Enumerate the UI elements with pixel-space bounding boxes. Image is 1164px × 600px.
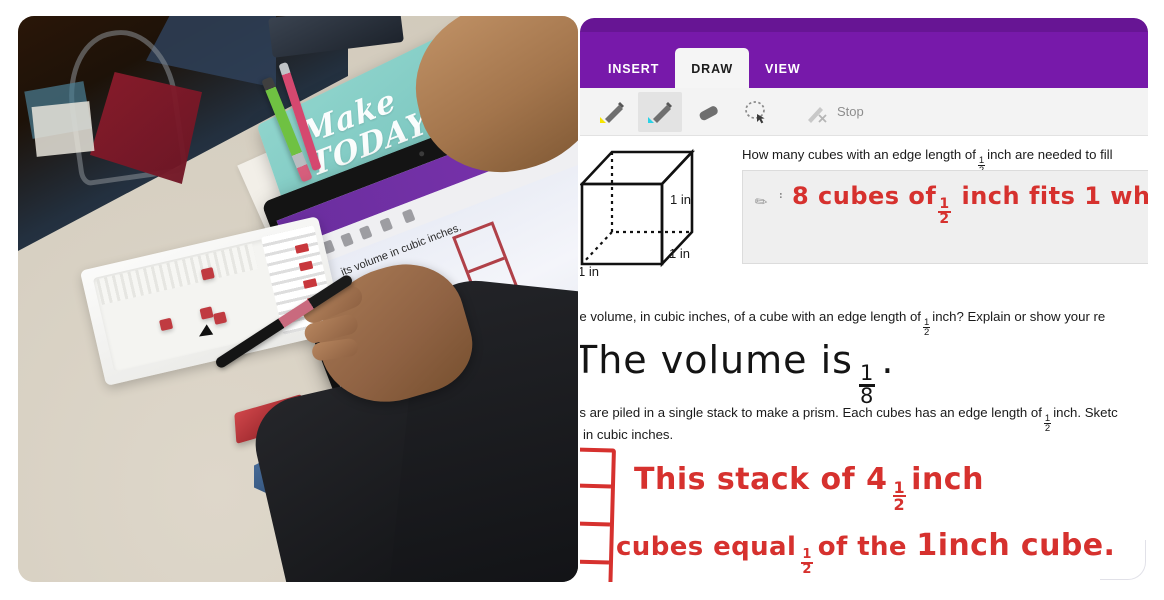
fraction-one-half: 12 (892, 478, 907, 515)
answer-2-ink: The volume is 1 8. (580, 338, 894, 407)
pen-yellow-icon (600, 101, 624, 123)
paper-stack (31, 101, 95, 157)
stop-inking-label: Stop (837, 104, 864, 119)
onenote-window: INSERT DRAW VIEW Stop 1 in 1 in 1 in How… (580, 18, 1148, 582)
answer-3-line2-lead: cubes equal (616, 532, 797, 562)
answer-1-tail: inch fits 1 whole i (961, 182, 1148, 210)
answer-3-line1-tail: inch (911, 462, 984, 497)
question-3-line-2: e in cubic inches. (580, 427, 674, 442)
answer-3-ink-line-2: cubes equal 1 2 of the 1inch cube. (616, 528, 1115, 576)
lasso-select-tool[interactable] (734, 92, 778, 132)
draw-toolbar: Stop (580, 88, 1148, 136)
question-2-before: he volume, in cubic inches, of a cube wi… (580, 309, 921, 324)
red-prism-sketch (580, 447, 616, 582)
screenshot-root: Make TODAY amazi its volume in cubic inc… (0, 0, 1164, 600)
tab-insert[interactable]: INSERT (592, 51, 675, 88)
ribbon-header: INSERT DRAW VIEW (580, 18, 1148, 88)
cube-label-width: 1 in (580, 264, 599, 279)
answer-3-line2-mid: of the (817, 532, 907, 562)
pen-cyan-tool[interactable] (638, 91, 682, 132)
photo-content: Make TODAY amazi its volume in cubic inc… (18, 16, 578, 582)
question-2-after: inch? Explain or show your re (932, 309, 1106, 324)
fraction-one-half: 12 (1043, 412, 1052, 434)
cube-label-height: 1 in (670, 192, 691, 207)
pen-cursor-icon: ✎ (751, 191, 772, 213)
stop-inking-button[interactable]: Stop (796, 93, 872, 131)
question-2-text: he volume, in cubic inches, of a cube wi… (580, 308, 1105, 337)
question-1-after: inch are needed to fill (987, 147, 1113, 162)
question-3-before: es are piled in a single stack to make a… (580, 405, 1042, 420)
ribbon-tabs: INSERT DRAW VIEW (592, 48, 817, 88)
answer-3-ink-line-1: This stack of 4 1 2 inch (634, 462, 984, 513)
pen-yellow-tool[interactable] (590, 92, 634, 132)
unit-cube-icon (580, 148, 696, 268)
tab-draw[interactable]: DRAW (675, 48, 750, 88)
question-1-before: How many cubes with an edge length of (742, 147, 976, 162)
note-canvas[interactable]: 1 in 1 in 1 in How many cubes with an ed… (580, 136, 1148, 582)
answer-3-line2-tail: 1inch cube. (916, 528, 1116, 563)
classroom-photo: Make TODAY amazi its volume in cubic inc… (18, 16, 578, 582)
cube-label-depth: 1 in (669, 246, 690, 261)
tablet-camera (418, 150, 425, 158)
fraction-one-half: 12 (801, 547, 813, 577)
lasso-select-icon (745, 100, 765, 123)
stop-inking-icon (808, 106, 827, 123)
answer-1-ink-box[interactable]: ✎ : 8 cubes of12 inch fits 1 whole i (742, 170, 1148, 264)
fraction-one-half: 12 (922, 316, 931, 338)
fraction-one-half: 12 (938, 196, 951, 228)
unit-cube-diagram: 1 in 1 in 1 in (580, 140, 716, 290)
answer-1-ink: : 8 cubes of12 inch fits 1 whole i (779, 182, 1148, 227)
question-3-after: inch. Sketc (1053, 405, 1118, 420)
answer-1-lead: 8 cubes of (791, 182, 937, 210)
answer-3-line1-lead: This stack of 4 (634, 462, 888, 497)
tab-view[interactable]: VIEW (749, 51, 817, 88)
answer-2-tail: . (881, 338, 895, 382)
eraser-icon (699, 105, 718, 120)
page-corner-arc (1100, 540, 1146, 580)
answer-2-lead: The volume is (580, 338, 853, 382)
eraser-tool[interactable] (686, 92, 730, 132)
fraction-one-eighth: 18 (858, 361, 876, 409)
pen-cyan-icon (648, 101, 672, 123)
